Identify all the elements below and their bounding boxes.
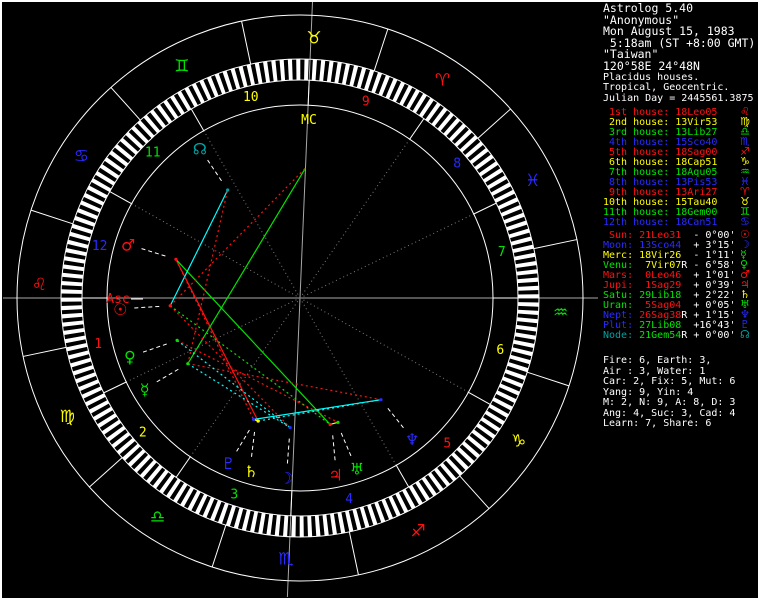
summary-line-1: Air : 3, Water: 1 xyxy=(603,365,706,377)
header-line-6: Placidus houses. xyxy=(603,71,700,83)
planet-velocity: + 0°00' xyxy=(687,330,736,341)
summary-line-2: Car: 2, Fix: 5, Mut: 6 xyxy=(603,376,736,387)
house-sign-glyph: ♋ xyxy=(740,215,750,228)
info-panel: Astrolog 5.40 "Anonymous" Mon August 15, 1… xyxy=(0,0,760,600)
astrolog-window: ♈ ♉ ♊ ♋ ♌ ♍ ♎ ♏ ♐ ♑ ♒ ♓ 1 2 3 4 5 6 7 8 9 10 11 12 ☉ ☽ ☿ ♀ ♂ ♃ ♄ ♅ ♆ ♇ ☊ As… xyxy=(0,0,760,600)
planet-row-node: Node: 21Gem54R + 0°00' ☊ xyxy=(603,329,750,341)
header-line-8: Julian Day = 2445561.3875 xyxy=(603,92,754,104)
header-line-7: Tropical, Geocentric. xyxy=(603,82,730,94)
summary-line-5: Ang: 4, Suc: 3, Cad: 4 xyxy=(603,407,736,419)
summary-line-3: Yang: 9, Yin: 4 xyxy=(603,386,694,398)
planet-list-glyph: ☊ xyxy=(740,328,750,341)
summary-line-0: Fire: 6, Earth: 3, xyxy=(603,355,712,366)
summary-line-6: Learn: 7, Share: 6 xyxy=(603,418,712,429)
planet-name: Node: xyxy=(603,330,640,341)
house-row-12: 12th house: 18Can51 ♋ xyxy=(603,216,750,228)
summary-line-4: M: 2, N: 9, A: 8, D: 3 xyxy=(603,397,736,408)
planet-position: 21Gem54 xyxy=(639,330,682,341)
header-line-5: 120°58E 24°48N xyxy=(603,59,700,73)
house-label: 12th house: 18Can51 xyxy=(603,217,718,228)
